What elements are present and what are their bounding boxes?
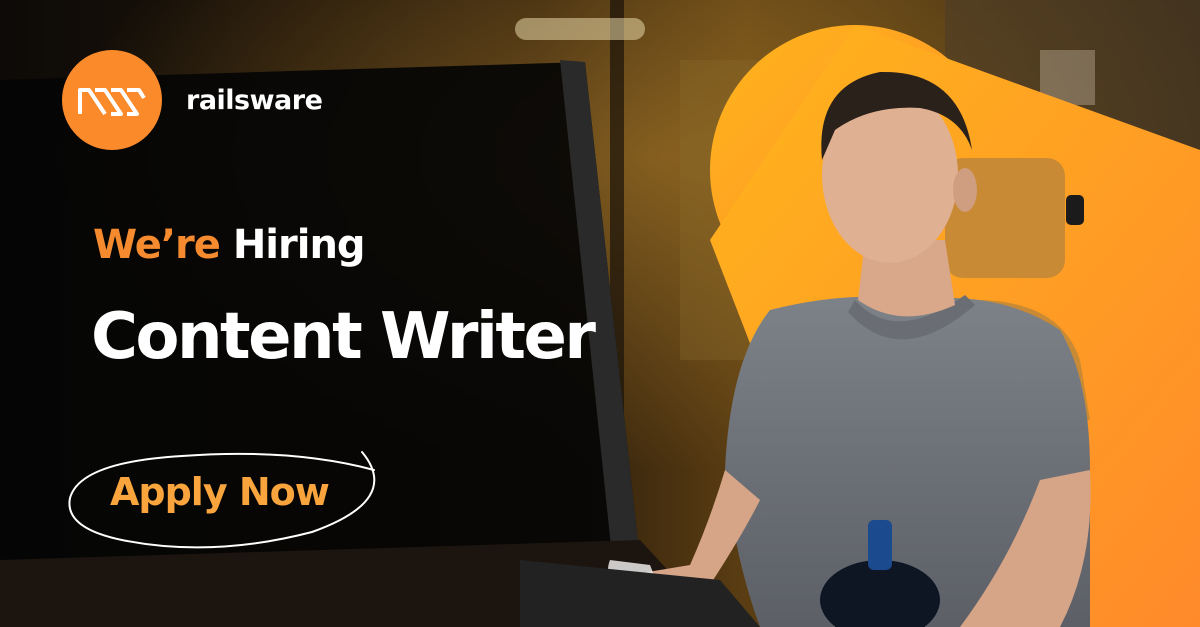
apply-now-label: Apply Now: [110, 470, 330, 514]
headline-rest-text: Hiring: [232, 222, 366, 268]
brand-name: railsware: [186, 84, 323, 116]
brand-header[interactable]: railsware: [62, 50, 323, 150]
railsware-logo-icon: [62, 50, 162, 150]
apply-now-button[interactable]: Apply Now: [62, 440, 384, 550]
headline-accent: We’re: [93, 222, 221, 268]
hiring-headline: We’re Hiring: [93, 222, 366, 268]
banner: railsware We’re Hiring Content Writer Ap…: [0, 0, 1200, 627]
headline-rest: Hiring: [220, 222, 366, 268]
role-title: Content Writer: [91, 300, 596, 374]
